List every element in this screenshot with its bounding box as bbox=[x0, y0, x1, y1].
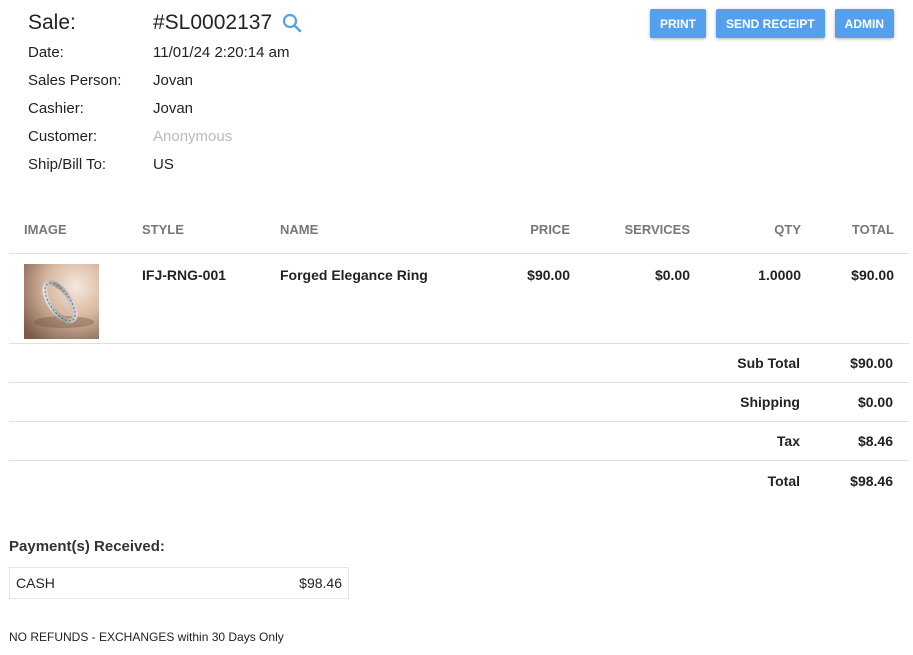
product-total: $90.00 bbox=[851, 267, 894, 283]
header-image: IMAGE bbox=[24, 222, 67, 237]
payments-section: Payment(s) Received: CASH $98.46 bbox=[9, 538, 349, 599]
total-value: $98.46 bbox=[850, 472, 893, 489]
search-icon[interactable] bbox=[282, 13, 302, 33]
sale-header: Sale: #SL0002137 Date: 11/01/24 2:20:14 … bbox=[28, 8, 302, 178]
shipping-label: Shipping bbox=[740, 394, 800, 410]
product-style: IFJ-RNG-001 bbox=[142, 267, 227, 283]
subtotal-label: Sub Total bbox=[737, 355, 800, 371]
date-value: 11/01/24 2:20:14 am bbox=[153, 43, 290, 61]
cashier-value: Jovan bbox=[153, 99, 194, 117]
ship-bill-value: US bbox=[153, 155, 174, 173]
cashier-label: Cashier: bbox=[28, 99, 84, 117]
sales-person-label: Sales Person: bbox=[28, 71, 122, 89]
subtotal-row: Sub Total $90.00 bbox=[9, 344, 909, 383]
ship-bill-label: Ship/Bill To: bbox=[28, 155, 107, 173]
shipping-row: Shipping $0.00 bbox=[9, 383, 909, 422]
admin-button[interactable]: ADMIN bbox=[834, 9, 894, 38]
payments-title: Payment(s) Received: bbox=[9, 538, 165, 555]
product-name: Forged Elegance Ring bbox=[280, 267, 428, 283]
print-button[interactable]: PRINT bbox=[649, 9, 706, 38]
send-receipt-button[interactable]: SEND RECEIPT bbox=[715, 9, 825, 38]
payment-method: CASH bbox=[16, 575, 55, 591]
info-row-ship-bill: Ship/Bill To: US bbox=[28, 150, 302, 178]
product-qty: 1.0000 bbox=[758, 267, 801, 283]
info-row-cashier: Cashier: Jovan bbox=[28, 94, 302, 122]
shipping-value: $0.00 bbox=[857, 394, 893, 410]
total-row: Total $98.46 bbox=[9, 461, 909, 500]
customer-value[interactable]: Anonymous bbox=[153, 128, 232, 145]
sale-items-table: IMAGE STYLE NAME PRICE SERVICES QTY TOTA… bbox=[9, 206, 909, 500]
ring-photo-icon bbox=[24, 264, 99, 339]
product-services: $0.00 bbox=[654, 267, 690, 283]
date-label: Date: bbox=[28, 43, 64, 61]
info-row-customer: Customer: Anonymous bbox=[28, 122, 302, 150]
header-name: NAME bbox=[280, 222, 319, 237]
subtotal-value: $90.00 bbox=[850, 355, 893, 371]
table-row[interactable]: IFJ-RNG-001 Forged Elegance Ring $90.00 … bbox=[9, 254, 909, 344]
header-style: STYLE bbox=[142, 222, 184, 237]
payment-item: CASH $98.46 bbox=[9, 567, 349, 599]
tax-label: Tax bbox=[776, 433, 800, 449]
sales-person-value: Jovan bbox=[153, 71, 194, 89]
info-row-date: Date: 11/01/24 2:20:14 am bbox=[28, 38, 302, 66]
sale-label: Sale: bbox=[28, 11, 76, 34]
product-image-cell bbox=[9, 264, 142, 339]
action-buttons: PRINT SEND RECEIPT ADMIN bbox=[649, 9, 894, 38]
header-total: TOTAL bbox=[851, 222, 894, 237]
customer-label: Customer: bbox=[28, 127, 98, 145]
sale-number: #SL0002137 bbox=[153, 11, 273, 34]
header-qty: QTY bbox=[774, 222, 801, 237]
refund-policy: NO REFUNDS - EXCHANGES within 30 Days On… bbox=[9, 630, 284, 644]
table-header: IMAGE STYLE NAME PRICE SERVICES QTY TOTA… bbox=[9, 206, 909, 254]
tax-value: $8.46 bbox=[857, 433, 893, 449]
tax-row: Tax $8.46 bbox=[9, 422, 909, 461]
info-row-sales-person: Sales Person: Jovan bbox=[28, 66, 302, 94]
payment-amount: $98.46 bbox=[299, 575, 342, 591]
header-services: SERVICES bbox=[624, 222, 690, 237]
product-price: $90.00 bbox=[527, 267, 570, 283]
header-price: PRICE bbox=[530, 222, 570, 237]
total-label: Total bbox=[767, 472, 800, 489]
